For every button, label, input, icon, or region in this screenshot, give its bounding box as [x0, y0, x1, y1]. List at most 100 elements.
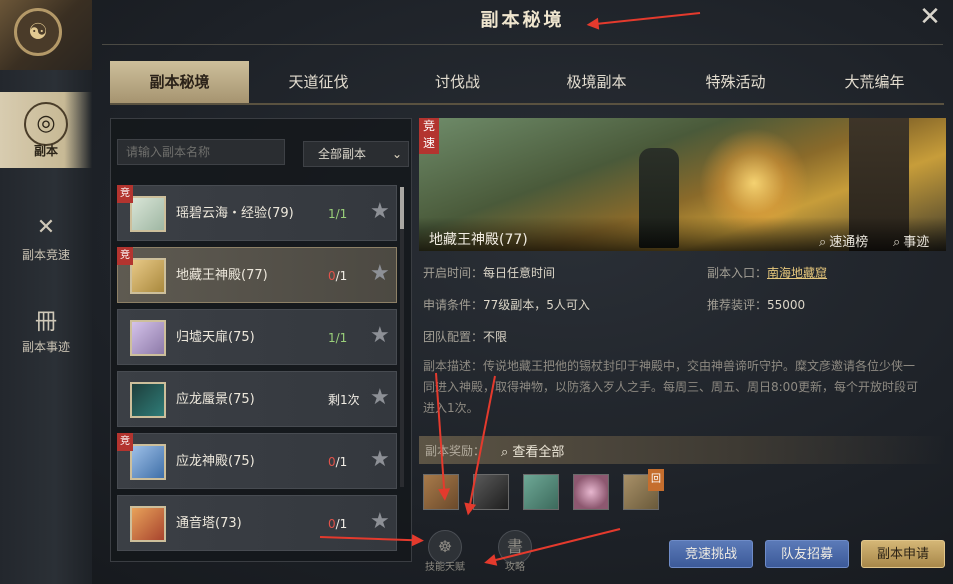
dungeon-thumbnail — [130, 258, 166, 294]
recruit-teammates-button[interactable]: 队友招募 — [765, 540, 849, 568]
requirement-value: 77级副本，5人可入 — [483, 298, 590, 312]
tab-crusade[interactable]: 讨伐战 — [388, 61, 527, 103]
close-icon[interactable]: ✕ — [915, 2, 945, 32]
reward-header: 副本奖励： ⌕ 查看全部 — [419, 436, 946, 464]
speedrun-challenge-button[interactable]: 竞速挑战 — [669, 540, 753, 568]
chevron-down-icon: ⌄ — [391, 147, 402, 161]
disc-reward-icon[interactable] — [573, 474, 609, 510]
entry-count-total: /1 — [335, 269, 348, 283]
dungeon-row[interactable]: 竞 地藏王神殿(77) 0/1 ★ — [117, 247, 397, 303]
deeds-link[interactable]: ⌕ 事迹 — [893, 231, 929, 250]
recommend-label: 推荐装评： — [707, 298, 768, 312]
star-icon[interactable]: ★ — [370, 448, 390, 472]
tab-heavenly-conquest[interactable]: 天道征伐 — [249, 61, 388, 103]
category-tabs: 副本秘境 天道征伐 讨伐战 极境副本 特殊活动 大荒编年 — [110, 61, 944, 103]
apply-dungeon-button[interactable]: 副本申请 — [861, 540, 945, 568]
star-icon[interactable]: ★ — [370, 510, 390, 534]
skill-talent-label: 技能天赋 — [425, 562, 465, 573]
dungeon-name: 地藏王神殿(77) — [176, 268, 268, 283]
armor-reward-icon[interactable] — [523, 474, 559, 510]
team-value: 不限 — [483, 330, 508, 344]
skill-talent-button[interactable]: ☸ 技能天赋 — [418, 530, 472, 574]
title-bar: 副本秘境 ✕ — [92, 0, 953, 45]
dungeon-name: 应龙蜃景(75) — [176, 392, 255, 407]
dungeon-icon: ◎ — [24, 101, 68, 146]
dungeon-name: 应龙神殿(75) — [176, 454, 255, 469]
tab-wilderness-chronicle[interactable]: 大荒编年 — [805, 61, 944, 103]
entry-count: 剩1次 — [328, 393, 360, 407]
tab-special-event[interactable]: 特殊活动 — [666, 61, 805, 103]
reward-label: 副本奖励： — [425, 444, 486, 458]
dungeon-thumbnail — [130, 196, 166, 232]
entrance: 副本入口：南海地藏窟 — [707, 264, 827, 281]
dungeon-thumbnail — [130, 444, 166, 480]
window-title: 副本秘境 — [480, 10, 565, 31]
dungeon-name: 瑶碧云海・经验(79) — [176, 206, 294, 221]
filter-label: 全部副本 — [318, 147, 367, 161]
token-reward-icon[interactable]: 回 — [623, 469, 664, 510]
star-icon[interactable]: ★ — [370, 262, 390, 286]
emblem-icon: ☯ — [14, 8, 62, 56]
dungeon-name: 通音塔(73) — [176, 516, 242, 531]
entrance-label: 副本入口： — [707, 266, 768, 280]
speedrun-badge: 竞 — [117, 247, 133, 265]
left-rail: ☯ ◎ 副本 ✕ 副本竞速 冊 副本事迹 — [0, 0, 92, 584]
rail-item-label: 副本事迹 — [21, 339, 70, 354]
recommended-gear-score: 推荐装评：55000 — [707, 296, 805, 313]
view-all-rewards[interactable]: ⌕ 查看全部 — [501, 441, 564, 460]
entry-count-used: 0 — [328, 269, 336, 283]
entry-count-total: /1 — [335, 455, 348, 469]
rail-emblem: ☯ — [0, 0, 92, 70]
tab-extreme-dungeon[interactable]: 极境副本 — [527, 61, 666, 103]
dungeon-row[interactable]: 竞 瑶碧云海・经验(79) 1/1 ★ — [117, 185, 397, 241]
chronicle-icon: 冊 — [34, 309, 57, 335]
scroll-reward-icon[interactable] — [473, 474, 509, 510]
star-icon[interactable]: ★ — [370, 200, 390, 224]
speedrun-badge: 竞速 — [419, 118, 439, 154]
dungeon-row[interactable]: 应龙蜃景(75) 剩1次 ★ — [117, 371, 397, 427]
rail-item-label: 副本 — [33, 143, 58, 158]
dungeon-thumbnail — [130, 506, 166, 542]
return-tag: 回 — [648, 469, 664, 491]
star-icon[interactable]: ★ — [370, 386, 390, 410]
entrance-link[interactable]: 南海地藏窟 — [767, 266, 827, 280]
search-icon: ⌕ — [501, 445, 509, 460]
crossed-swords-icon: ✕ — [36, 215, 56, 240]
dungeon-list: 竞 瑶碧云海・经验(79) 1/1 ★ 竞 地藏王神殿(77) 0/1 ★ 归墟… — [117, 185, 397, 557]
scroll-thumb[interactable] — [400, 187, 404, 229]
list-scrollbar[interactable] — [400, 187, 404, 487]
dungeon-filter-dropdown[interactable]: 全部副本 ⌄ — [303, 141, 409, 167]
rail-item-speedrun[interactable]: ✕ 副本竞速 — [0, 196, 92, 272]
rail-item-label: 副本竞速 — [21, 247, 70, 262]
open-time-label: 开启时间： — [423, 266, 484, 280]
dungeon-row[interactable]: 通音塔(73) 0/1 ★ — [117, 495, 397, 551]
entry-count: 1/1 — [328, 207, 348, 221]
entry-count: 1/1 — [328, 331, 348, 345]
dungeon-title: 地藏王神殿(77) — [429, 232, 528, 248]
entry-count: 0/1 — [328, 434, 347, 490]
tab-dungeon-realm[interactable]: 副本秘境 — [110, 61, 249, 103]
speed-rank-label: 速通榜 — [829, 235, 869, 250]
strategy-button[interactable]: 書 攻略 — [488, 530, 542, 574]
dungeon-window: ☯ ◎ 副本 ✕ 副本竞速 冊 副本事迹 副本秘境 ✕ 副本秘境 天道征伐 讨伐… — [0, 0, 953, 584]
requirement: 申请条件：77级副本，5人可入 — [423, 296, 590, 313]
star-icon[interactable]: ★ — [370, 324, 390, 348]
speedrun-badge: 竞 — [117, 433, 133, 451]
reward-list: 回 — [423, 469, 664, 510]
entry-count: 0/1 — [328, 496, 347, 552]
dungeon-row[interactable]: 竞 应龙神殿(75) 0/1 ★ — [117, 433, 397, 489]
speedrun-badge: 竞 — [117, 185, 133, 203]
speed-rank-link[interactable]: ⌕ 速通榜 — [819, 231, 868, 250]
search-icon: ⌕ — [893, 235, 901, 250]
dungeon-list-panel: 全部副本 ⌄ 竞 瑶碧云海・经验(79) 1/1 ★ 竞 地藏王神殿(77) 0… — [110, 118, 412, 562]
entry-count-used: 0 — [328, 517, 336, 531]
dungeon-search-input[interactable] — [117, 139, 285, 165]
rail-item-chronicle[interactable]: 冊 副本事迹 — [0, 288, 92, 364]
entry-count: 0/1 — [328, 248, 347, 304]
rail-item-dungeon[interactable]: ◎ 副本 — [0, 92, 92, 168]
tab-divider — [110, 103, 944, 105]
open-time-value: 每日任意时间 — [483, 266, 556, 280]
dungeon-row[interactable]: 归墟天扉(75) 1/1 ★ — [117, 309, 397, 365]
entry-count-used: 0 — [328, 455, 336, 469]
search-icon: ⌕ — [819, 235, 827, 250]
